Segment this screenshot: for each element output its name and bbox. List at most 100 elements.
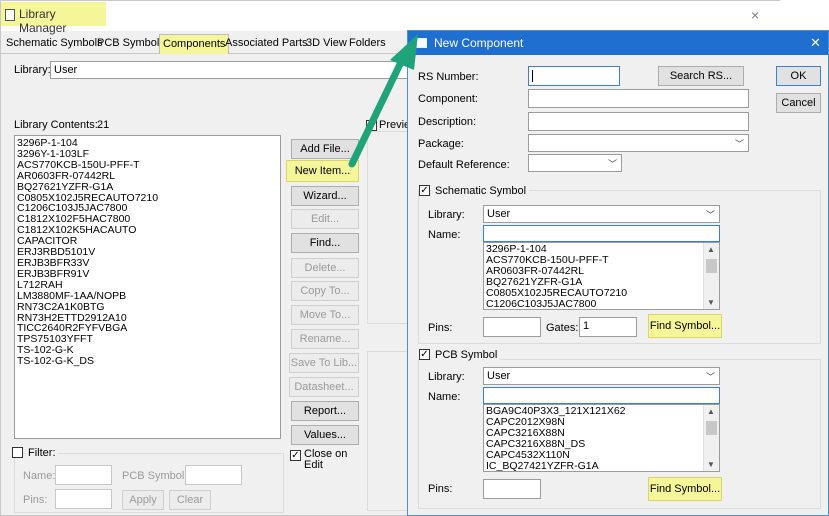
close-icon[interactable]: × [751, 7, 759, 23]
ok-button[interactable]: OK [776, 66, 821, 86]
delete-button[interactable]: Delete... [291, 258, 359, 278]
save-to-lib-button[interactable]: Save To Lib... [289, 353, 359, 373]
pcb-symbol-label: PCB Symbol [432, 349, 501, 361]
arrow-shaft [348, 56, 406, 168]
filter-name-label: Name: [23, 470, 56, 482]
new-component-dialog: New Component ✕ RS Number: Search RS... … [407, 30, 829, 516]
pcb-symbol-checkbox[interactable]: ✓ [419, 349, 430, 360]
tab-associated-parts[interactable]: Associated Parts [222, 34, 311, 54]
window-title: Library Manager [1, 2, 106, 35]
pcb-library-select[interactable]: User ﹀ [483, 367, 720, 385]
preview-pane-bottom [367, 351, 411, 511]
library-label: Library: [14, 64, 51, 76]
pcb-symbol-list[interactable]: BGA9C40P3X3_121X121X62 CAPC2012X98N CAPC… [483, 404, 720, 472]
pcb-pins-input[interactable] [483, 479, 541, 499]
pcb-name-label: Name: [428, 391, 461, 403]
list-item[interactable]: RN73C2A1K0BTG [15, 301, 280, 313]
schematic-pins-input[interactable] [483, 317, 541, 337]
pcb-name-input[interactable] [483, 387, 720, 404]
gates-input[interactable]: 1 [579, 317, 637, 337]
tab-pcb-symbols[interactable]: PCB Symbols [94, 34, 168, 54]
rs-number-input[interactable] [528, 66, 620, 86]
filter-name-input[interactable] [55, 465, 112, 485]
filter-label: Filter: [26, 447, 58, 459]
list-item[interactable]: LM3880MF-1AA/NOPB [15, 290, 280, 302]
pcb-pins-label: Pins: [428, 483, 453, 495]
chevron-down-icon: ﹀ [705, 210, 715, 220]
filter-pcb-symbol-label: PCB Symbol: [122, 470, 188, 482]
list-item[interactable]: IC_BQ27421YZFR-G1A [484, 460, 719, 471]
package-select[interactable]: ﹀ [528, 134, 749, 152]
values-button[interactable]: Values... [291, 425, 359, 445]
library-contents-list[interactable]: 3296P-1-104 3296Y-1-103LF ACS770KCB-150U… [14, 135, 281, 439]
text-cursor [532, 70, 533, 82]
schematic-library-value: User [487, 208, 511, 220]
scroll-up-icon[interactable]: ▲ [707, 245, 715, 254]
pcb-library-label: Library: [428, 371, 465, 383]
apply-button[interactable]: Apply [122, 490, 164, 510]
edit-button[interactable]: Edit... [291, 209, 359, 229]
list-item[interactable]: AR0603FR-07442RL [15, 170, 280, 182]
list-item[interactable]: CAPC3216X88N_DS [484, 438, 719, 450]
list-item[interactable]: TS-102-G-K_DS [15, 356, 280, 367]
component-input[interactable] [528, 89, 749, 108]
filter-pcb-symbol-input[interactable] [185, 465, 242, 485]
scroll-thumb[interactable] [706, 259, 717, 273]
scrollbar[interactable]: ▲ ▼ [703, 243, 719, 309]
datasheet-button[interactable]: Datasheet... [289, 377, 359, 397]
arrow-head [390, 34, 418, 70]
gates-value: 1 [583, 320, 590, 332]
schematic-library-label: Library: [428, 209, 465, 221]
chevron-down-icon: ﹀ [607, 159, 617, 169]
filter-pins-label: Pins: [23, 494, 48, 506]
default-reference-select[interactable]: ﹀ [528, 154, 622, 172]
move-to-button[interactable]: Move To... [291, 305, 359, 325]
schematic-name-label: Name: [428, 229, 461, 241]
search-rs-button[interactable]: Search RS... [658, 66, 744, 86]
pcb-find-symbol-button[interactable]: Find Symbol... [648, 477, 722, 501]
annotation-arrow [348, 34, 418, 168]
chevron-down-icon: ﹀ [734, 139, 744, 149]
filter-pins-input[interactable] [55, 489, 112, 509]
report-button[interactable]: Report... [291, 401, 359, 421]
library-contents-label: Library Contents: [14, 119, 98, 131]
scroll-down-icon[interactable]: ▼ [707, 298, 715, 307]
dialog-title-bar: New Component ✕ [408, 31, 828, 55]
tab-components[interactable]: Components [159, 34, 230, 54]
pcb-library-value: User [487, 370, 511, 382]
gates-label: Gates: [546, 322, 579, 334]
schematic-name-input[interactable] [483, 225, 720, 242]
close-icon[interactable]: ✕ [810, 35, 821, 51]
scroll-down-icon[interactable]: ▼ [707, 460, 715, 469]
close-on-edit-label: Close on Edit [304, 448, 348, 471]
schematic-library-select[interactable]: User ﹀ [483, 205, 720, 223]
chevron-down-icon: ﹀ [705, 372, 715, 382]
list-item[interactable]: CAPC4532X110N [484, 449, 719, 461]
clear-button[interactable]: Clear [169, 490, 211, 510]
close-on-edit-checkbox[interactable]: ✓ [290, 450, 301, 461]
app-icon [5, 9, 15, 21]
schematic-find-symbol-button[interactable]: Find Symbol... [648, 314, 722, 338]
filter-checkbox[interactable] [12, 447, 23, 458]
list-item[interactable]: BQ27621YZFR-G1A [484, 276, 719, 288]
scroll-thumb[interactable] [706, 421, 717, 435]
schematic-symbol-list[interactable]: 3296P-1-104 ACS770KCB-150U-PFF-T AR0603F… [483, 242, 720, 310]
title-bar: Library Manager × [1, 1, 781, 35]
dialog-title: New Component [434, 36, 524, 50]
list-item[interactable]: C1206C103J5JAC7800 [484, 298, 719, 309]
library-value: User [54, 64, 78, 76]
description-input[interactable] [528, 112, 749, 131]
scroll-up-icon[interactable]: ▲ [707, 407, 715, 416]
library-contents-count: 21 [97, 119, 110, 131]
find-button[interactable]: Find... [291, 233, 359, 253]
scrollbar[interactable]: ▲ ▼ [703, 405, 719, 471]
wizard-button[interactable]: Wizard... [291, 186, 359, 206]
rename-button[interactable]: Rename... [291, 329, 359, 349]
cancel-button[interactable]: Cancel [776, 93, 821, 113]
copy-to-button[interactable]: Copy To... [291, 281, 359, 301]
schematic-symbol-checkbox[interactable]: ✓ [419, 185, 430, 196]
list-item[interactable]: BQ27621YZFR-G1A [15, 181, 280, 193]
list-item[interactable]: C0805X102J5RECAUTO7210 [484, 287, 719, 299]
default-reference-label: Default Reference: [418, 159, 510, 171]
tab-schematic-symbols[interactable]: Schematic Symbols [3, 34, 106, 54]
